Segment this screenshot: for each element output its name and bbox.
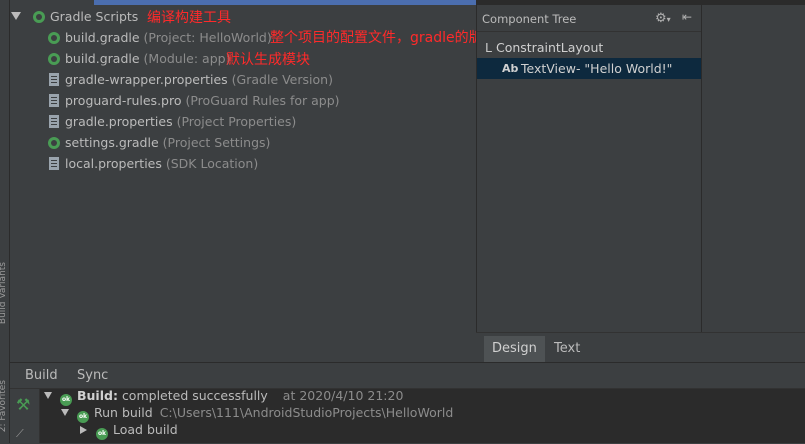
build-status: completed successfully <box>121 388 268 403</box>
file-name: proguard-rules.pro <box>65 93 182 108</box>
favorites-tab[interactable]: 2: Favorites <box>0 380 8 432</box>
file-name: build.gradle <box>65 30 140 45</box>
attributes-panel <box>701 5 805 332</box>
build-tabs: Build Sync <box>10 363 805 389</box>
file-name: gradle-wrapper.properties <box>65 72 228 87</box>
build-toolbar: ⚒ ⟋ <box>10 389 40 443</box>
file-hint: (Gradle Version) <box>231 72 333 87</box>
run-build-label: Run build <box>94 405 153 420</box>
properties-file-icon <box>49 73 59 86</box>
component-textview-row[interactable]: Ab TextView- "Hello World!" <box>477 58 701 79</box>
expand-arrow-icon[interactable] <box>44 392 52 399</box>
tree-item-gradle-wrapper-properties[interactable]: gradle-wrapper.properties (Gradle Versio… <box>49 69 333 90</box>
tree-item-gradle-properties[interactable]: gradle.properties (Project Properties) <box>49 111 296 132</box>
project-path: C:\Users\111\AndroidStudioProjects\Hello… <box>159 405 454 420</box>
tree-item-settings-gradle[interactable]: settings.gradle (Project Settings) <box>48 132 270 153</box>
file-hint: (Project Properties) <box>176 114 297 129</box>
tree-root-gradle-scripts[interactable]: Gradle Scripts <box>11 6 138 27</box>
file-hint: (Project: HelloWorld) <box>143 30 272 45</box>
gradle-icon <box>48 53 60 65</box>
component-tree-title: Component Tree <box>482 12 577 26</box>
component-tree-panel: Component Tree ⚙▾ ⇤ ᒪ ConstraintLayout Ab… <box>476 5 702 332</box>
selected-row-edge <box>94 0 476 5</box>
expand-arrow-icon[interactable] <box>80 426 87 434</box>
component-label: TextView- "Hello World!" <box>521 61 673 76</box>
component-label: ConstraintLayout <box>495 40 604 55</box>
filter-icon[interactable]: ⟋ <box>16 427 24 441</box>
gear-icon[interactable]: ⚙▾ <box>655 11 671 26</box>
file-hint: (ProGuard Rules for app) <box>185 93 340 108</box>
hammer-icon[interactable]: ⚒ <box>16 395 30 414</box>
build-row-status[interactable]: ok Build: completed successfully at 2020/4… <box>44 387 404 406</box>
tab-build[interactable]: Build <box>16 363 67 388</box>
annotation-default-module: 默认生成模块 <box>226 52 310 68</box>
tree-item-build-gradle-project[interactable]: build.gradle (Project: HelloWorld) <box>48 27 272 48</box>
layout-icon: ᒪ <box>485 40 492 55</box>
component-constraintlayout[interactable]: ᒪ ConstraintLayout <box>485 37 603 58</box>
tab-sync[interactable]: Sync <box>68 363 117 388</box>
properties-file-icon <box>49 157 59 170</box>
file-hint: (Project Settings) <box>162 135 271 150</box>
success-icon: ok <box>96 428 108 440</box>
expand-arrow-icon[interactable] <box>11 12 21 20</box>
left-tool-gutter: Build Variants 2: Favorites <box>0 0 10 443</box>
build-row-load[interactable]: ok Load build <box>80 421 178 440</box>
tree-item-local-properties[interactable]: local.properties (SDK Location) <box>49 153 258 174</box>
expand-arrow-icon[interactable] <box>61 409 69 416</box>
gradle-icon <box>48 137 60 149</box>
editor-mode-tabs: Design Text <box>476 332 805 363</box>
gradle-icon <box>48 32 60 44</box>
tree-item-build-gradle-module[interactable]: build.gradle (Module: app) <box>48 48 230 69</box>
build-variants-tab[interactable]: Build Variants <box>0 262 8 324</box>
tab-design[interactable]: Design <box>484 336 545 362</box>
tree-root-label: Gradle Scripts <box>49 9 139 24</box>
text-file-icon <box>49 94 59 107</box>
file-hint: (Module: app) <box>143 51 231 66</box>
file-name: gradle.properties <box>65 114 173 129</box>
file-name: build.gradle <box>65 51 140 66</box>
build-time: at 2020/4/10 21:20 <box>282 388 404 403</box>
file-hint: (SDK Location) <box>165 156 259 171</box>
annotation-build-tools: 编译构建工具 <box>147 10 231 26</box>
build-row-run[interactable]: ok Run build C:\Users\111\AndroidStudioPro… <box>61 404 454 423</box>
build-label: Build: <box>77 388 118 403</box>
file-name: local.properties <box>65 156 162 171</box>
hide-panel-icon[interactable]: ⇤ <box>682 10 692 24</box>
tree-item-proguard-rules[interactable]: proguard-rules.pro (ProGuard Rules for a… <box>49 90 340 111</box>
properties-file-icon <box>49 115 59 128</box>
tab-text[interactable]: Text <box>546 336 588 362</box>
gradle-icon <box>32 11 45 23</box>
file-name: settings.gradle <box>65 135 159 150</box>
build-output-tree: ok Build: completed successfully at 2020/4… <box>40 387 805 443</box>
load-build-label: Load build <box>113 422 178 437</box>
textview-icon: Ab <box>502 62 519 75</box>
